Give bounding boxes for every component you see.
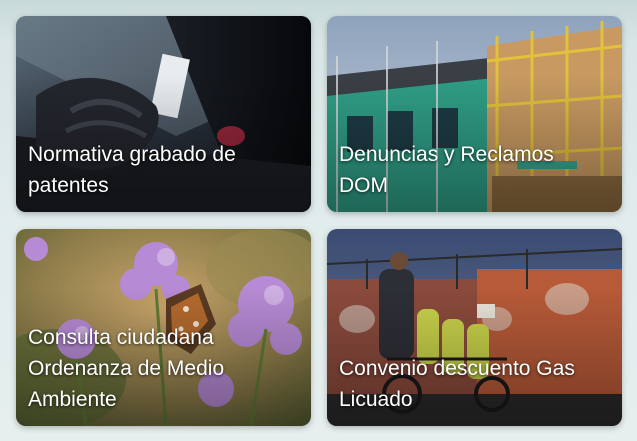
card-title: Normativa grabado de patentes (28, 143, 236, 197)
card-title: Denuncias y Reclamos DOM (339, 143, 554, 197)
card-normativa-grabado-patentes[interactable]: Normativa grabado de patentes (16, 16, 311, 212)
card-convenio-descuento-gas-licuado[interactable]: Convenio descuento Gas Licuado (327, 229, 622, 426)
services-card-grid: Normativa grabado de patentes Denuncias … (16, 16, 622, 426)
card-denuncias-reclamos-dom[interactable]: Denuncias y Reclamos DOM (327, 16, 622, 212)
card-title: Convenio descuento Gas Licuado (339, 357, 575, 411)
card-consulta-ciudadana-medio-ambiente[interactable]: Consulta ciudadana Ordenanza de Medio Am… (16, 229, 311, 426)
card-title: Consulta ciudadana Ordenanza de Medio Am… (28, 326, 225, 411)
